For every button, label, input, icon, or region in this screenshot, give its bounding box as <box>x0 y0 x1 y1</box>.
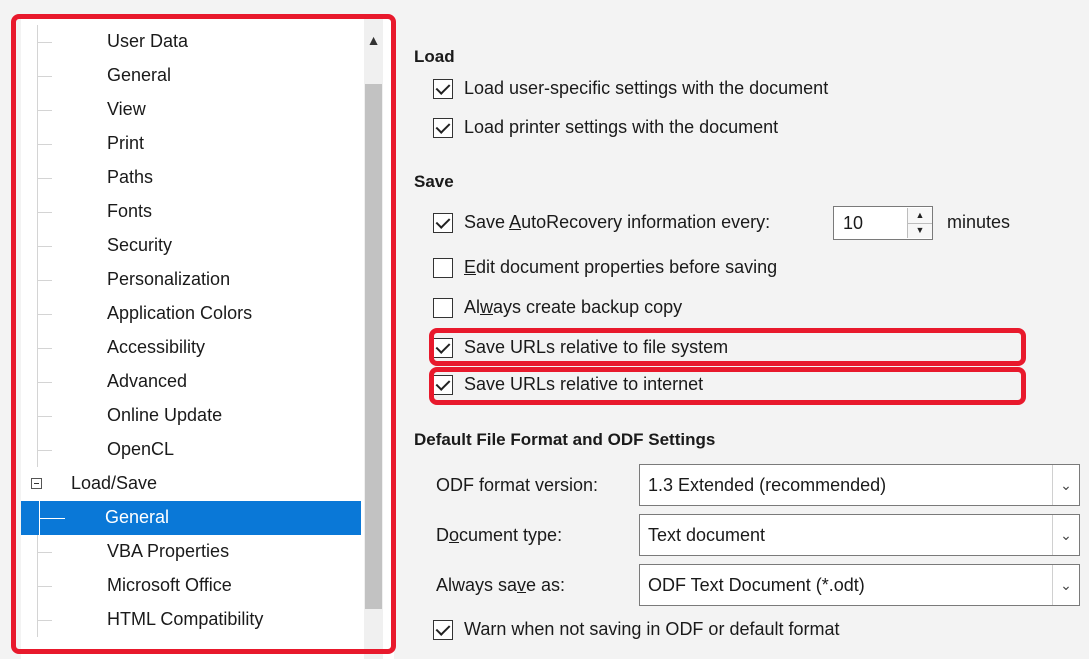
tree-item-microsoft-office[interactable]: Microsoft Office <box>21 569 361 603</box>
tree-item-fonts[interactable]: Fonts <box>21 195 361 229</box>
tree-item-label: General <box>105 507 170 527</box>
always-save-as-label: Always save as: <box>436 575 566 595</box>
tree-item-label: Application Colors <box>107 303 253 323</box>
edit-properties-label: Edit document properties before saving <box>464 257 778 277</box>
options-tree: User Data General View Print Paths Fonts… <box>21 19 394 659</box>
load-printer-settings-checkbox[interactable] <box>433 118 453 138</box>
tree-item-load-save[interactable]: Load/Save <box>21 467 361 501</box>
spin-up-icon[interactable]: ▲ <box>908 208 932 224</box>
chevron-down-icon[interactable]: ⌄ <box>1052 465 1079 505</box>
scroll-thumb[interactable] <box>365 84 382 609</box>
chevron-down-icon[interactable]: ⌄ <box>1052 515 1079 555</box>
autorecovery-minutes-spinbox[interactable]: 10 ▲ ▼ <box>833 206 933 240</box>
minutes-label: minutes <box>947 212 1011 232</box>
tree-item-label: Online Update <box>107 405 223 425</box>
tree-item-html-compatibility[interactable]: HTML Compatibility <box>21 603 361 637</box>
tree-item-label: View <box>107 99 146 119</box>
load-heading: Load <box>414 47 455 66</box>
tree-item-opencl[interactable]: OpenCL <box>21 433 361 467</box>
tree-item-label: HTML Compatibility <box>107 609 264 629</box>
document-type-label: Document type: <box>436 525 563 545</box>
tree-item-label: OpenCL <box>107 439 175 459</box>
tree-item-security[interactable]: Security <box>21 229 361 263</box>
backup-copy-checkbox[interactable] <box>433 298 453 318</box>
tree-item-label: VBA Properties <box>107 541 230 561</box>
odf-version-label: ODF format version: <box>436 475 599 495</box>
tree-item-label: User Data <box>107 31 189 51</box>
spin-buttons[interactable]: ▲ ▼ <box>907 208 932 238</box>
warn-non-odf-label: Warn when not saving in ODF or default f… <box>464 619 840 639</box>
tree-item-user-data[interactable]: User Data <box>21 25 361 59</box>
tree-item-application-colors[interactable]: Application Colors <box>21 297 361 331</box>
tree-item-view[interactable]: View <box>21 93 361 127</box>
collapse-icon[interactable] <box>31 478 42 489</box>
tree-item-accessibility[interactable]: Accessibility <box>21 331 361 365</box>
spin-down-icon[interactable]: ▼ <box>908 223 932 238</box>
tree-item-label: Advanced <box>107 371 188 391</box>
autorecovery-checkbox[interactable] <box>433 213 453 233</box>
tree-item-print[interactable]: Print <box>21 127 361 161</box>
tree-item-label: General <box>107 65 172 85</box>
document-type-value: Text document <box>648 525 766 545</box>
tree-item-advanced[interactable]: Advanced <box>21 365 361 399</box>
scroll-up-icon[interactable]: ▲ <box>364 29 383 51</box>
autorecovery-label: Save AutoRecovery information every: <box>464 212 771 232</box>
tree-item-general[interactable]: General <box>21 59 361 93</box>
autorecovery-minutes-value: 10 <box>843 213 864 233</box>
load-user-settings-label: Load user-specific settings with the doc… <box>464 78 829 98</box>
tree-item-label: Paths <box>107 167 154 187</box>
urls-file-system-checkbox[interactable] <box>433 338 453 358</box>
tree-item-label: Load/Save <box>71 473 158 493</box>
always-save-as-dropdown[interactable]: ODF Text Document (*.odt) ⌄ <box>639 564 1080 606</box>
tree-item-paths[interactable]: Paths <box>21 161 361 195</box>
odf-version-dropdown[interactable]: 1.3 Extended (recommended) ⌄ <box>639 464 1080 506</box>
document-type-dropdown[interactable]: Text document ⌄ <box>639 514 1080 556</box>
always-save-as-value: ODF Text Document (*.odt) <box>648 575 865 595</box>
edit-properties-checkbox[interactable] <box>433 258 453 278</box>
backup-copy-label: Always create backup copy <box>464 297 683 317</box>
urls-internet-checkbox[interactable] <box>433 375 453 395</box>
warn-non-odf-checkbox[interactable] <box>433 620 453 640</box>
load-printer-settings-label: Load printer settings with the document <box>464 117 779 137</box>
tree-item-vba-properties[interactable]: VBA Properties <box>21 535 361 569</box>
tree-item-label: Personalization <box>107 269 231 289</box>
tree-item-label: Fonts <box>107 201 153 221</box>
chevron-down-icon[interactable]: ⌄ <box>1052 565 1079 605</box>
default-format-heading: Default File Format and ODF Settings <box>414 430 716 449</box>
tree-item-load-save-general[interactable]: General <box>21 501 361 535</box>
urls-file-system-label: Save URLs relative to file system <box>464 337 729 357</box>
tree-item-label: Print <box>107 133 145 153</box>
load-user-settings-checkbox[interactable] <box>433 79 453 99</box>
save-heading: Save <box>414 172 454 191</box>
odf-version-value: 1.3 Extended (recommended) <box>648 475 887 495</box>
urls-internet-label: Save URLs relative to internet <box>464 374 704 394</box>
tree-item-label: Security <box>107 235 173 255</box>
tree-item-online-update[interactable]: Online Update <box>21 399 361 433</box>
tree-item-label: Accessibility <box>107 337 206 357</box>
tree-item-label: Microsoft Office <box>107 575 232 595</box>
tree-item-personalization[interactable]: Personalization <box>21 263 361 297</box>
tree-scrollbar[interactable]: ▲ <box>364 19 383 659</box>
